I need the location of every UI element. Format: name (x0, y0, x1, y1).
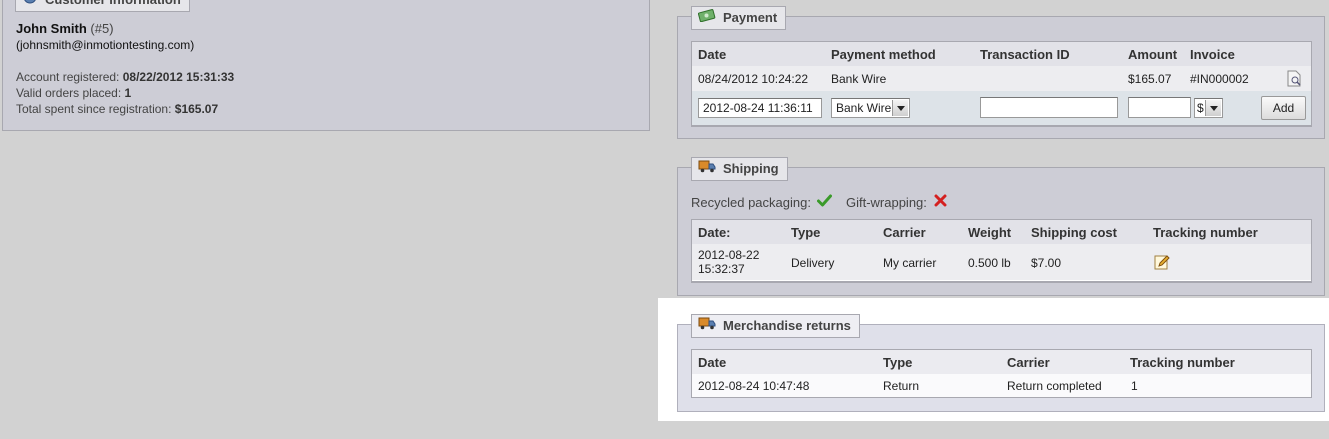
shipping-table-header: Date: Type Carrier Weight Shipping cost … (692, 220, 1311, 244)
currency-select-value: $ (1197, 101, 1204, 115)
payment-add-row: 2012-08-24 11:36:11 Bank Wire $ Add (692, 91, 1311, 125)
gift-wrapping-label: Gift-wrapping: (845, 194, 927, 210)
col-transaction-id: Transaction ID (980, 47, 1070, 62)
shipping-type: Delivery (791, 256, 835, 270)
truck-icon (698, 158, 716, 180)
col-date: Date (698, 355, 727, 370)
payment-legend-label: Payment (723, 10, 778, 25)
customer-email-link[interactable]: johnsmith@inmotiontesting.com (20, 38, 190, 52)
col-carrier: Carrier (883, 225, 926, 240)
col-tracking-number: Tracking number (1130, 355, 1235, 370)
account-registered-value: 08/22/2012 15:31:33 (122, 70, 235, 84)
pencil-icon[interactable] (1154, 254, 1170, 273)
shipping-panel: Shipping Recycled packaging: Gift-wrappi… (677, 157, 1325, 296)
payment-panel: Payment Date Payment method Transaction … (677, 6, 1325, 139)
payment-table: Date Payment method Transaction ID Amoun… (691, 41, 1312, 127)
transaction-id-input[interactable] (980, 97, 1118, 118)
col-invoice: Invoice (1190, 47, 1235, 62)
col-payment-method: Payment method (831, 47, 936, 62)
returns-table: Date Type Carrier Tracking number 2012-0… (691, 349, 1312, 398)
payment-invoice: #IN000002 (1190, 72, 1249, 86)
payment-method: Bank Wire (831, 72, 887, 86)
col-amount: Amount (1128, 47, 1178, 62)
valid-orders-value: 1 (124, 86, 132, 100)
returns-panel: Merchandise returns Date Type Carrier Tr… (677, 314, 1325, 412)
recycled-packaging-label: Recycled packaging: (691, 194, 811, 210)
check-icon (816, 194, 832, 210)
shipping-date-line1: 2012-08-22 (698, 248, 760, 262)
shipping-legend-label: Shipping (723, 161, 779, 176)
col-shipping-cost: Shipping cost (1031, 225, 1117, 240)
truck-icon (698, 315, 716, 337)
return-tracking-number: 1 (1131, 379, 1138, 393)
money-icon (697, 7, 716, 29)
returns-table-header: Date Type Carrier Tracking number (692, 350, 1311, 374)
payment-table-header: Date Payment method Transaction ID Amoun… (692, 42, 1311, 66)
currency-select[interactable]: $ (1194, 98, 1223, 118)
col-date: Date (698, 47, 727, 62)
cross-icon (934, 194, 947, 210)
payment-date-input[interactable]: 2012-08-24 11:36:11 (698, 98, 822, 118)
payment-method-select-value: Bank Wire (836, 101, 892, 115)
payment-legend: Payment (691, 6, 787, 30)
shipping-table: Date: Type Carrier Weight Shipping cost … (691, 219, 1312, 283)
chevron-down-icon (1205, 100, 1221, 116)
shipping-carrier: My carrier (883, 256, 937, 270)
payment-method-select[interactable]: Bank Wire (831, 98, 910, 118)
account-registered-label: Account registered: (16, 70, 120, 84)
table-row: 08/24/2012 10:24:22 Bank Wire $165.07 #I… (692, 66, 1311, 91)
col-tracking-number: Tracking number (1153, 225, 1258, 240)
user-icon (22, 0, 38, 11)
col-type: Type (883, 355, 913, 370)
total-spent-label: Total spent since registration: (16, 102, 172, 116)
return-carrier: Return completed (1007, 379, 1102, 393)
add-payment-button[interactable]: Add (1261, 96, 1306, 120)
total-spent-value: $165.07 (174, 102, 219, 116)
return-date: 2012-08-24 10:47:48 (698, 379, 810, 393)
col-carrier: Carrier (1007, 355, 1050, 370)
returns-legend-label: Merchandise returns (723, 318, 851, 333)
payment-amount: $165.07 (1128, 72, 1172, 86)
payment-date: 08/24/2012 10:24:22 (698, 72, 809, 86)
payment-date-input-value: 2012-08-24 11:36:11 (703, 101, 813, 115)
amount-input[interactable] (1128, 97, 1191, 118)
table-row: 2012-08-24 10:47:48 Return Return comple… (692, 374, 1311, 397)
valid-orders-label: Valid orders placed: (16, 86, 122, 100)
col-date: Date: (698, 225, 731, 240)
shipping-cost: $7.00 (1031, 256, 1062, 270)
customer-id: (#5) (90, 21, 114, 36)
shipping-date-line2: 15:32:37 (698, 262, 745, 276)
shipping-legend: Shipping (691, 157, 788, 181)
customer-legend: Customer information (15, 0, 190, 12)
customer-legend-label: Customer information (45, 0, 181, 11)
chevron-down-icon (892, 100, 908, 116)
return-type: Return (883, 379, 920, 393)
table-row: 2012-08-22 15:32:37 Delivery My carrier … (692, 244, 1311, 280)
email-paren-close: ) (190, 38, 195, 52)
returns-legend: Merchandise returns (691, 314, 860, 338)
col-weight: Weight (968, 225, 1012, 240)
customer-name: John Smith (16, 21, 87, 36)
shipping-weight: 0.500 lb (968, 256, 1011, 270)
document-icon[interactable] (1286, 70, 1302, 90)
col-type: Type (791, 225, 821, 240)
customer-panel: Customer information John Smith (#5) (jo… (2, 0, 650, 131)
